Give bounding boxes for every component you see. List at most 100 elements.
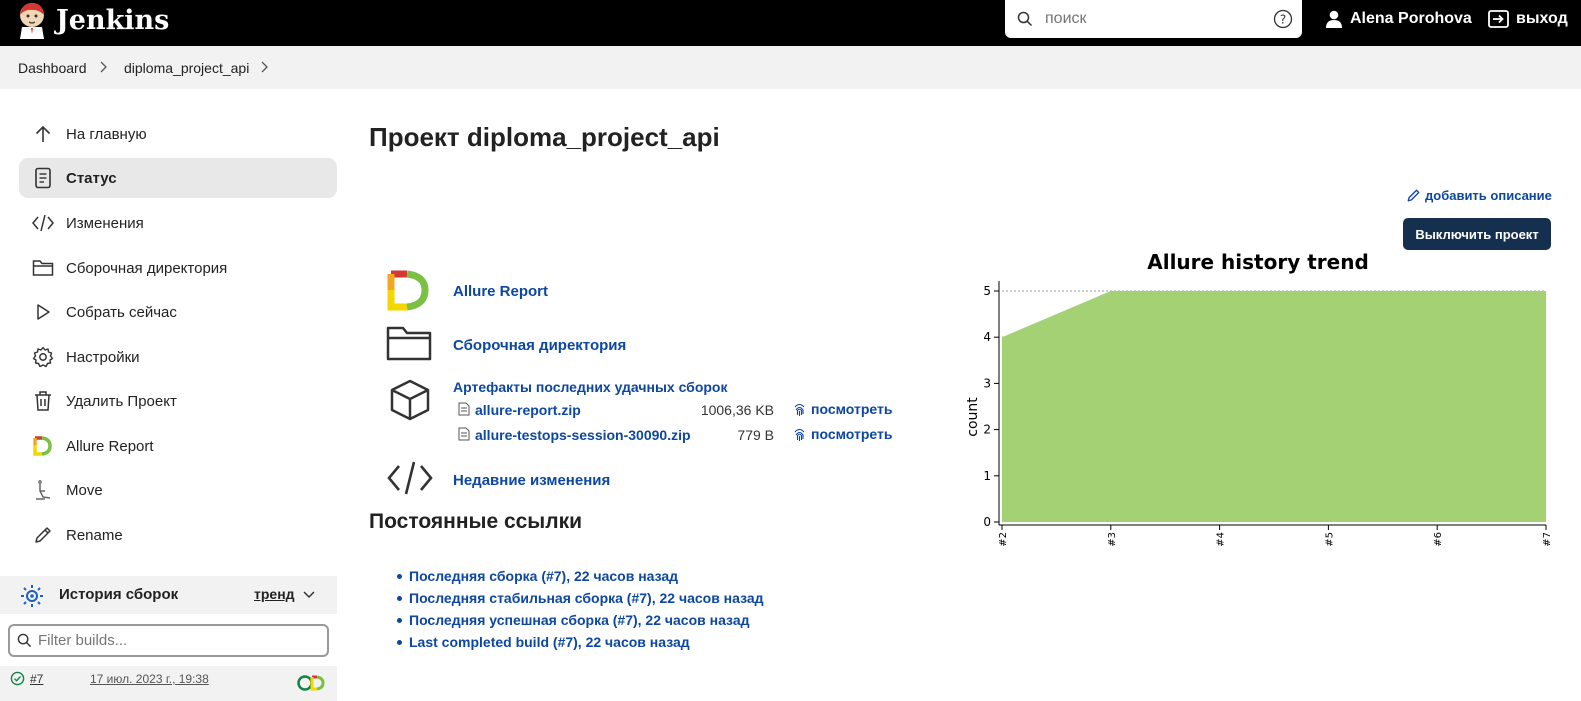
y-tick-label: 4 <box>983 330 991 344</box>
jenkins-butler-icon <box>20 3 44 39</box>
page-title: Проект diploma_project_api <box>369 122 720 152</box>
move-icon <box>36 480 51 500</box>
artifact-view-link[interactable]: посмотреть <box>793 401 892 417</box>
logout-icon <box>1488 10 1509 28</box>
artifact-view-link[interactable]: посмотреть <box>793 426 892 442</box>
permalinks-title: Постоянные ссылки <box>369 510 583 533</box>
build-history-title: История сборок <box>59 586 179 603</box>
allure-trend-chart[interactable]: Allure history trend count 0 1 2 3 4 5 #2 #3 #4… <box>960 245 1560 555</box>
app-title: Jenkins <box>56 4 170 36</box>
file-icon <box>458 402 470 416</box>
sidebar-item-label: Move <box>66 481 103 499</box>
build-date[interactable]: 17 июл. 2023 г., 19:38 <box>90 672 209 686</box>
view-label: посмотреть <box>811 401 893 417</box>
sidebar-item-workspace[interactable]: Сборочная директория <box>19 248 337 288</box>
sidebar-item-label: Allure Report <box>66 437 154 455</box>
sidebar-item-label: Собрать сейчас <box>66 303 177 321</box>
search-box[interactable]: ? <box>1005 0 1302 38</box>
sidebar-item-changes[interactable]: Изменения <box>19 203 337 243</box>
chart-title: Allure history trend <box>1147 250 1369 274</box>
user-menu[interactable]: Alena Porohova <box>1324 9 1472 29</box>
chevron-right-icon[interactable] <box>259 59 271 75</box>
sidebar-item-label: На главную <box>66 125 147 143</box>
y-tick-label: 3 <box>983 376 991 390</box>
build-history-icon <box>21 585 43 607</box>
build-row[interactable]: #7 17 июл. 2023 г., 19:38 <box>0 666 337 701</box>
logout-button[interactable]: выход <box>1488 9 1568 29</box>
search-icon <box>17 633 32 648</box>
y-tick-label: 2 <box>983 423 991 437</box>
artifact-size: 779 B <box>737 427 774 443</box>
permalink-last-completed[interactable]: Last completed build (#7), 22 часов наза… <box>395 634 764 656</box>
sidebar-item-label: Удалить Проект <box>66 392 177 410</box>
svg-text:?: ? <box>1280 13 1286 27</box>
filter-builds[interactable] <box>8 624 329 657</box>
sidebar-item-label: Статус <box>66 169 117 187</box>
breadcrumb: Dashboard diploma_project_api <box>0 46 1581 89</box>
sidebar-item-move[interactable]: Move <box>19 470 337 510</box>
top-header: Jenkins ? Alena Porohova выход <box>0 0 1581 46</box>
folder-icon <box>32 260 54 276</box>
sidebar-item-label: Изменения <box>66 214 144 232</box>
chart-y-axis-label: count <box>965 397 981 437</box>
jenkins-logo[interactable]: Jenkins <box>16 0 169 40</box>
allure-icon <box>33 436 52 456</box>
package-icon <box>390 379 430 421</box>
allure-build-icon[interactable] <box>296 674 326 692</box>
y-tick-label: 0 <box>983 515 991 529</box>
recent-changes-link[interactable]: Недавние изменения <box>453 472 610 489</box>
sidebar-item-label: Сборочная директория <box>66 259 228 277</box>
chevron-down-icon[interactable] <box>302 589 316 601</box>
series-area <box>1002 291 1546 522</box>
y-tick-label: 5 <box>983 284 991 298</box>
x-tick-label: #2 <box>998 532 1009 547</box>
help-icon[interactable]: ? <box>1273 9 1293 29</box>
code-icon[interactable] <box>386 460 434 496</box>
sidebar-item-label: Rename <box>66 526 123 544</box>
user-icon <box>1326 10 1342 28</box>
pencil-icon <box>1407 189 1420 202</box>
add-description-link[interactable]: добавить описание <box>1406 188 1552 203</box>
artifacts-title-link[interactable]: Артефакты последних удачных сборок <box>453 379 727 395</box>
x-tick-label: #4 <box>1216 532 1227 547</box>
build-number[interactable]: #7 <box>30 672 43 686</box>
build-history-header: История сборок тренд <box>0 576 337 614</box>
user-name: Alena Porohova <box>1350 10 1472 27</box>
sidebar-item-rename[interactable]: Rename <box>19 515 337 555</box>
sidebar-item-label: Настройки <box>66 348 140 366</box>
sidebar-item-allure-report[interactable]: Allure Report <box>19 426 337 466</box>
x-tick-label: #5 <box>1324 532 1335 547</box>
trend-link[interactable]: тренд <box>254 586 295 602</box>
permalink-last-stable[interactable]: Последняя стабильная сборка (#7), 22 час… <box>395 590 764 612</box>
sidebar-item-build-now[interactable]: Собрать сейчас <box>19 292 337 332</box>
sidebar-item-settings[interactable]: Настройки <box>19 337 337 377</box>
trash-icon <box>35 391 51 411</box>
artifact-link[interactable]: allure-testops-session-30090.zip <box>475 427 691 443</box>
sidebar-item-status[interactable]: Статус <box>19 158 337 198</box>
breadcrumb-project[interactable]: diploma_project_api <box>124 60 249 76</box>
code-icon <box>32 214 54 232</box>
permalink-last-build[interactable]: Последняя сборка (#7), 22 часов назад <box>395 568 764 590</box>
fingerprint-icon <box>794 428 805 441</box>
search-input[interactable] <box>1045 9 1265 29</box>
x-tick-label: #3 <box>1107 532 1118 547</box>
folder-icon[interactable] <box>386 324 432 362</box>
chevron-right-icon <box>100 61 107 73</box>
search-icon <box>1017 11 1033 27</box>
artifact-link[interactable]: allure-report.zip <box>475 402 581 418</box>
filter-builds-input[interactable] <box>38 632 318 649</box>
document-icon <box>35 167 51 189</box>
workspace-link[interactable]: Сборочная директория <box>453 337 626 354</box>
allure-report-icon[interactable] <box>387 270 431 312</box>
logout-label: выход <box>1516 10 1568 27</box>
breadcrumb-dashboard[interactable]: Dashboard <box>18 60 87 76</box>
view-label: посмотреть <box>811 426 893 442</box>
gear-icon <box>32 346 54 368</box>
y-tick-label: 1 <box>983 469 991 483</box>
permalink-last-successful[interactable]: Последняя успешная сборка (#7), 22 часов… <box>395 612 764 634</box>
sidebar-item-home[interactable]: На главную <box>19 114 337 154</box>
allure-report-link[interactable]: Allure Report <box>453 283 548 300</box>
sidebar-item-delete[interactable]: Удалить Проект <box>19 381 337 421</box>
play-icon <box>37 304 50 320</box>
permalinks-list: Последняя сборка (#7), 22 часов назад По… <box>395 568 764 656</box>
